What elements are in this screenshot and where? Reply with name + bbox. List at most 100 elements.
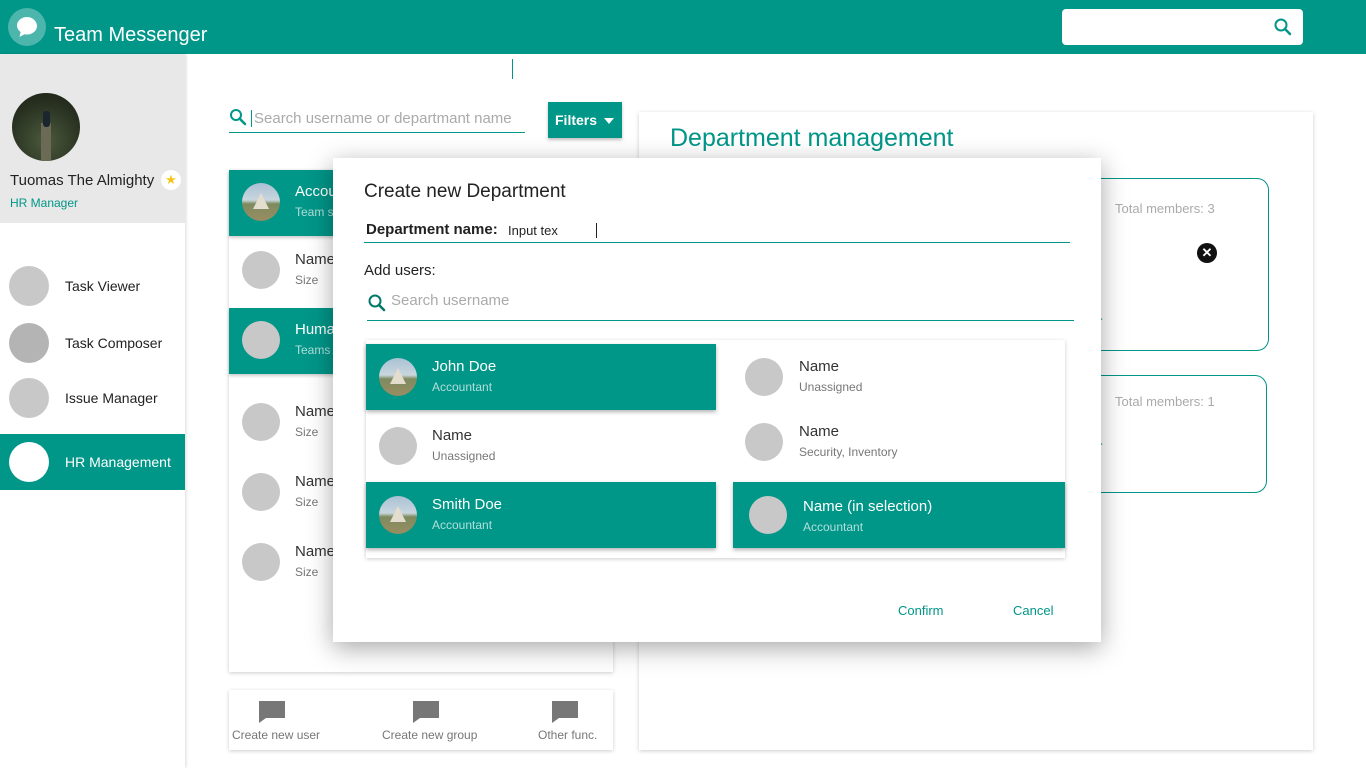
list-item-subtitle: Size xyxy=(295,495,319,509)
sidebar-item-hr-management[interactable]: HR Management xyxy=(0,434,185,490)
avatar xyxy=(242,321,280,359)
dialog-title: Create new Department xyxy=(364,181,566,202)
profile-name: Tuomas The Almighty xyxy=(10,172,155,189)
total-members: Total members: 1 xyxy=(1115,394,1215,409)
department-card[interactable]: Total members: 1 er xyxy=(1079,375,1267,493)
avatar xyxy=(242,473,280,511)
list-item-title: Name xyxy=(295,251,336,268)
confirm-button[interactable]: Confirm xyxy=(898,603,944,618)
username-search-input[interactable] xyxy=(391,292,991,309)
avatar xyxy=(242,543,280,581)
user-role: Unassigned xyxy=(432,449,496,463)
avatar[interactable] xyxy=(12,93,80,161)
text-caret xyxy=(512,59,513,79)
nav-icon xyxy=(9,442,49,482)
sidebar-item-task-viewer[interactable]: Task Viewer xyxy=(0,258,185,314)
avatar xyxy=(745,358,783,396)
user-name: John Doe xyxy=(432,358,497,375)
filters-button[interactable]: Filters xyxy=(548,102,622,138)
list-item-subtitle: Team s xyxy=(295,205,334,219)
search-icon[interactable] xyxy=(1273,17,1293,42)
create-user-label: Create new user xyxy=(232,728,321,742)
list-item-title: Huma xyxy=(295,321,336,338)
user-role: Accountant xyxy=(803,520,864,534)
sidebar-item-issue-manager[interactable]: Issue Manager xyxy=(0,370,185,426)
user-card[interactable]: Name Security, Inventory xyxy=(732,409,1065,475)
caret-down-icon xyxy=(604,118,614,124)
department-card[interactable]: Total members: 3 ✕ er xyxy=(1079,178,1269,351)
profile-section: Tuomas The Almighty ★ HR Manager xyxy=(0,54,185,223)
other-functions-button[interactable]: Other func. xyxy=(535,690,607,750)
user-card[interactable]: Smith Doe Accountant xyxy=(366,482,716,548)
avatar xyxy=(242,183,280,221)
message-icon xyxy=(551,700,579,729)
top-bar: Team Messenger xyxy=(0,0,1366,54)
user-search-placeholder: Search username or departmant name xyxy=(251,110,512,127)
profile-role: HR Manager xyxy=(10,196,79,210)
avatar xyxy=(242,251,280,289)
app-title: Team Messenger xyxy=(54,24,208,46)
user-card[interactable]: Name Unassigned xyxy=(366,413,716,479)
bottom-toolbar: Create new user Create new group Other f… xyxy=(229,690,613,750)
department-name-input[interactable]: Input tex xyxy=(508,223,1008,238)
list-item-subtitle: Size xyxy=(295,273,319,287)
message-icon xyxy=(412,700,440,729)
list-item-title: Accou xyxy=(295,183,337,200)
user-name: Smith Doe xyxy=(432,496,503,513)
user-role: Unassigned xyxy=(799,380,863,394)
list-item-subtitle: Size xyxy=(295,565,319,579)
create-user-button[interactable]: Create new user xyxy=(229,690,321,750)
list-item-title: Name xyxy=(295,473,336,490)
create-group-button[interactable]: Create new group xyxy=(379,690,483,750)
department-name-field[interactable]: Department name: Input tex xyxy=(364,220,1070,243)
avatar xyxy=(379,358,417,396)
user-selection-grid: John Doe Accountant Name Unassigned Name… xyxy=(366,340,1065,558)
chat-bubble-icon xyxy=(8,8,46,46)
page-title: Department management xyxy=(670,124,954,152)
avatar xyxy=(242,403,280,441)
avatar xyxy=(379,496,417,534)
user-role: Security, Inventory xyxy=(799,445,898,459)
star-icon: ★ xyxy=(161,170,181,190)
global-search-input[interactable] xyxy=(1062,9,1303,45)
cancel-button[interactable]: Cancel xyxy=(1013,603,1053,618)
username-search-field[interactable] xyxy=(367,289,1074,321)
total-members: Total members: 3 xyxy=(1115,201,1215,216)
avatar xyxy=(749,496,787,534)
user-name: Name xyxy=(432,427,473,444)
sidebar-item-label: HR Management xyxy=(65,454,171,470)
nav-icon xyxy=(9,378,49,418)
create-department-dialog: Create new Department Department name: I… xyxy=(333,158,1101,642)
user-card[interactable]: Name Unassigned xyxy=(732,344,1065,410)
sidebar-item-label: Task Composer xyxy=(65,335,163,351)
user-name: Name xyxy=(799,423,840,440)
user-card[interactable]: Name (in selection) Accountant xyxy=(733,482,1065,548)
text-caret xyxy=(596,223,597,238)
department-name-label: Department name: xyxy=(366,221,498,238)
avatar xyxy=(745,423,783,461)
filters-label: Filters xyxy=(555,112,598,128)
nav-icon xyxy=(9,323,49,363)
user-role: Accountant xyxy=(432,518,493,532)
list-item-subtitle: Size xyxy=(295,425,319,439)
sidebar-item-label: Issue Manager xyxy=(65,390,158,406)
search-icon xyxy=(229,108,247,131)
other-functions-label: Other func. xyxy=(538,728,598,742)
message-icon xyxy=(258,700,286,729)
user-card[interactable]: John Doe Accountant xyxy=(366,344,716,410)
user-name: Name xyxy=(799,358,840,375)
search-icon xyxy=(367,293,387,318)
user-name: Name (in selection) xyxy=(803,498,933,515)
create-group-label: Create new group xyxy=(382,728,478,742)
sidebar-item-label: Task Viewer xyxy=(65,278,141,294)
add-users-label: Add users: xyxy=(364,262,436,279)
sidebar: Tuomas The Almighty ★ HR Manager Task Vi… xyxy=(0,54,185,768)
sidebar-item-task-composer[interactable]: Task Composer xyxy=(0,315,185,371)
list-item-subtitle: Teams xyxy=(295,343,331,357)
close-icon[interactable]: ✕ xyxy=(1197,243,1217,263)
user-search-input[interactable]: Search username or departmant name xyxy=(229,105,525,133)
list-item-title: Name xyxy=(295,543,336,560)
list-item-title: Name xyxy=(295,403,336,420)
user-role: Accountant xyxy=(432,380,493,394)
avatar xyxy=(379,427,417,465)
